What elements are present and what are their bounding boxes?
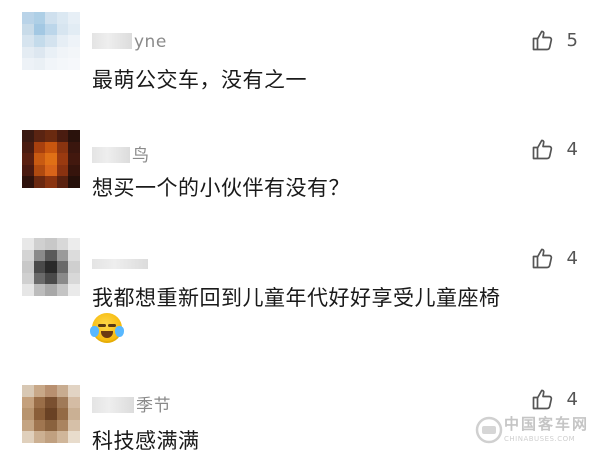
watermark-site: CHINABUSES.COM <box>504 435 576 443</box>
thumbs-up-icon <box>532 139 552 160</box>
like-count: 5 <box>566 29 578 51</box>
like-button[interactable]: 4 <box>531 137 578 161</box>
thumbs-up-icon <box>532 248 552 269</box>
comment-text: 我都想重新回到儿童年代好好享受儿童座椅 <box>92 286 501 310</box>
thumbs-up-icon <box>532 30 552 51</box>
username[interactable]: yne <box>92 32 167 52</box>
avatar[interactable] <box>22 130 80 188</box>
comment-text: 想买一个的小伙伴有没有？ <box>92 176 350 200</box>
username[interactable] <box>92 252 150 272</box>
like-count: 4 <box>566 247 578 269</box>
username[interactable]: 季节 <box>92 391 171 416</box>
username-redaction <box>92 397 134 413</box>
username-redaction <box>92 147 130 163</box>
username-redaction <box>92 259 148 269</box>
comment-text: 科技感满满 <box>92 429 200 453</box>
bus-logo-icon <box>475 416 503 444</box>
watermark-brand: 中国客车网 <box>504 415 590 433</box>
avatar[interactable] <box>22 12 80 70</box>
comment-text: 最萌公交车，没有之一 <box>92 68 307 92</box>
crying-laughing-emoji <box>90 313 124 343</box>
like-button[interactable]: 5 <box>531 28 578 52</box>
username[interactable]: 鸟 <box>92 141 150 166</box>
avatar[interactable] <box>22 238 80 296</box>
watermark-logo: 中国客车网 CHINABUSES.COM <box>474 407 594 459</box>
username-redaction <box>92 33 132 49</box>
like-button[interactable]: 4 <box>531 246 578 270</box>
avatar[interactable] <box>22 385 80 443</box>
like-count: 4 <box>566 138 578 160</box>
